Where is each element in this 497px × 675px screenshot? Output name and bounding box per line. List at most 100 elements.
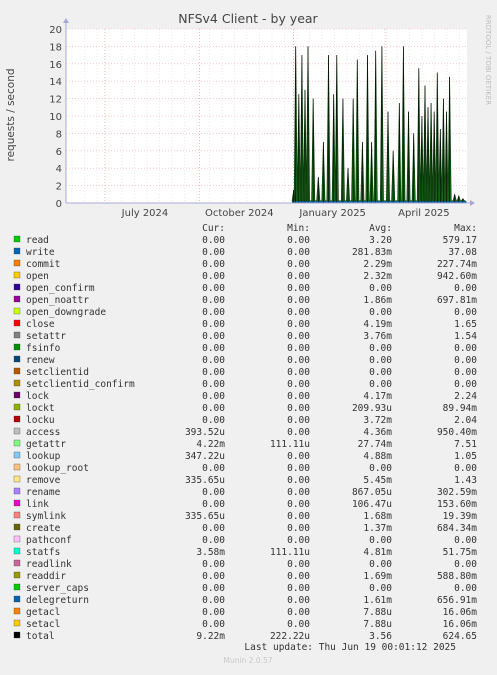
legend-value-min: 0.00 [287, 259, 310, 270]
legend-value-cur: 0.00 [202, 331, 225, 342]
x-tick-label: January 2025 [298, 208, 366, 219]
legend-value-min: 0.00 [287, 319, 310, 330]
legend-swatch [13, 499, 21, 507]
legend-swatch [13, 535, 21, 543]
legend-value-avg: 0.00 [369, 379, 392, 390]
legend-value-min: 0.00 [287, 235, 310, 246]
legend-label: remove [26, 475, 61, 486]
legend-swatch [13, 415, 21, 423]
legend-swatch [13, 295, 21, 303]
legend-value-max: 153.60m [437, 499, 477, 510]
legend-swatch [13, 379, 21, 387]
legend-value-cur: 0.00 [202, 355, 225, 366]
legend-value-cur: 335.65u [185, 511, 225, 522]
legend-value-min: 0.00 [287, 283, 310, 294]
legend-value-max: 0.00 [454, 583, 477, 594]
legend-label: setclientid_confirm [26, 379, 135, 390]
legend-value-avg: 0.00 [369, 559, 392, 570]
legend-value-cur: 0.00 [202, 583, 225, 594]
legend-value-avg: 0.00 [369, 367, 392, 378]
legend-value-min: 0.00 [287, 355, 310, 366]
legend-value-avg: 0.00 [369, 307, 392, 318]
y-tick-label: 16 [49, 60, 62, 71]
legend-value-max: 0.00 [454, 355, 477, 366]
legend-value-max: 579.17 [443, 235, 477, 246]
legend-swatch [13, 391, 21, 399]
legend-label: write [26, 247, 55, 258]
legend-value-min: 0.00 [287, 463, 310, 474]
legend-value-cur: 0.00 [202, 403, 225, 414]
legend-swatch [13, 523, 21, 531]
legend-value-max: 1.05 [454, 451, 477, 462]
legend-value-cur: 0.00 [202, 463, 225, 474]
legend-value-max: 37.08 [448, 247, 477, 258]
legend-value-avg: 5.45m [363, 475, 392, 486]
legend-value-avg: 0.00 [369, 583, 392, 594]
legend-value-avg: 0.00 [369, 355, 392, 366]
legend-swatch [13, 583, 21, 591]
legend-value-min: 0.00 [287, 271, 310, 282]
legend-label: open_confirm [26, 283, 95, 294]
y-tick-label: 18 [49, 42, 62, 53]
x-tick-label: October 2024 [205, 208, 274, 219]
y-axis-label: requests / second [5, 68, 17, 161]
legend-value-min: 222.22u [270, 631, 310, 642]
legend-swatch [13, 511, 21, 519]
legend-value-min: 111.11u [270, 547, 310, 558]
legend-swatch [13, 343, 21, 351]
legend-label: readlink [26, 559, 72, 570]
legend-value-avg: 2.29m [363, 259, 392, 270]
legend-value-avg: 4.88m [363, 451, 392, 462]
legend-value-avg: 1.69m [363, 571, 392, 582]
legend-value-cur: 0.00 [202, 271, 225, 282]
legend-header: Avg: [369, 223, 392, 234]
legend-value-cur: 0.00 [202, 595, 225, 606]
legend-value-max: 1.54 [454, 331, 477, 342]
legend-label: close [26, 319, 55, 330]
legend-value-max: 19.39m [443, 511, 478, 522]
legend-label: setattr [26, 331, 66, 342]
legend-value-max: 0.00 [454, 307, 477, 318]
legend-swatch [13, 559, 21, 567]
legend-value-min: 0.00 [287, 475, 310, 486]
legend-value-cur: 0.00 [202, 535, 225, 546]
legend-swatch [13, 283, 21, 291]
y-tick-label: 12 [49, 95, 62, 106]
legend-swatch [13, 367, 21, 375]
legend-value-avg: 1.61m [363, 595, 392, 606]
legend-value-max: 0.00 [454, 379, 477, 390]
legend-value-max: 0.00 [454, 283, 477, 294]
legend-label: readdir [26, 571, 66, 582]
legend-value-max: 2.24 [454, 391, 477, 402]
legend-value-avg: 7.88u [363, 607, 392, 618]
legend-swatch [13, 427, 21, 435]
legend-value-max: 1.65 [454, 319, 477, 330]
legend-value-cur: 0.00 [202, 487, 225, 498]
legend-swatch [13, 595, 21, 603]
legend-value-avg: 209.93u [352, 403, 392, 414]
legend-label: access [26, 427, 60, 438]
legend-value-avg: 1.37m [363, 523, 392, 534]
legend-swatch [13, 607, 21, 615]
legend-value-avg: 0.00 [369, 283, 392, 294]
legend-value-avg: 3.76m [363, 331, 392, 342]
legend-label: getacl [26, 607, 60, 618]
legend-label: create [26, 523, 61, 534]
legend-value-avg: 106.47u [352, 499, 392, 510]
legend-value-min: 0.00 [287, 487, 310, 498]
legend-value-max: 684.34m [437, 523, 477, 534]
legend-value-cur: 0.00 [202, 307, 225, 318]
legend-label: read [26, 235, 49, 246]
legend-value-min: 0.00 [287, 367, 310, 378]
legend-label: server_caps [26, 583, 89, 594]
y-tick-label: 0 [56, 199, 62, 210]
legend-value-cur: 9.22m [196, 631, 225, 642]
legend-value-min: 0.00 [287, 403, 310, 414]
legend-value-cur: 0.00 [202, 247, 225, 258]
legend: Cur: Min: Avg: Max:read 0.00 0.00 3.20 579.17wr… [13, 223, 478, 642]
legend-value-max: 0.00 [454, 463, 477, 474]
legend-label: pathconf [26, 535, 72, 546]
legend-value-max: 227.74m [437, 259, 477, 270]
legend-swatch [13, 271, 21, 279]
legend-value-min: 0.00 [287, 331, 310, 342]
